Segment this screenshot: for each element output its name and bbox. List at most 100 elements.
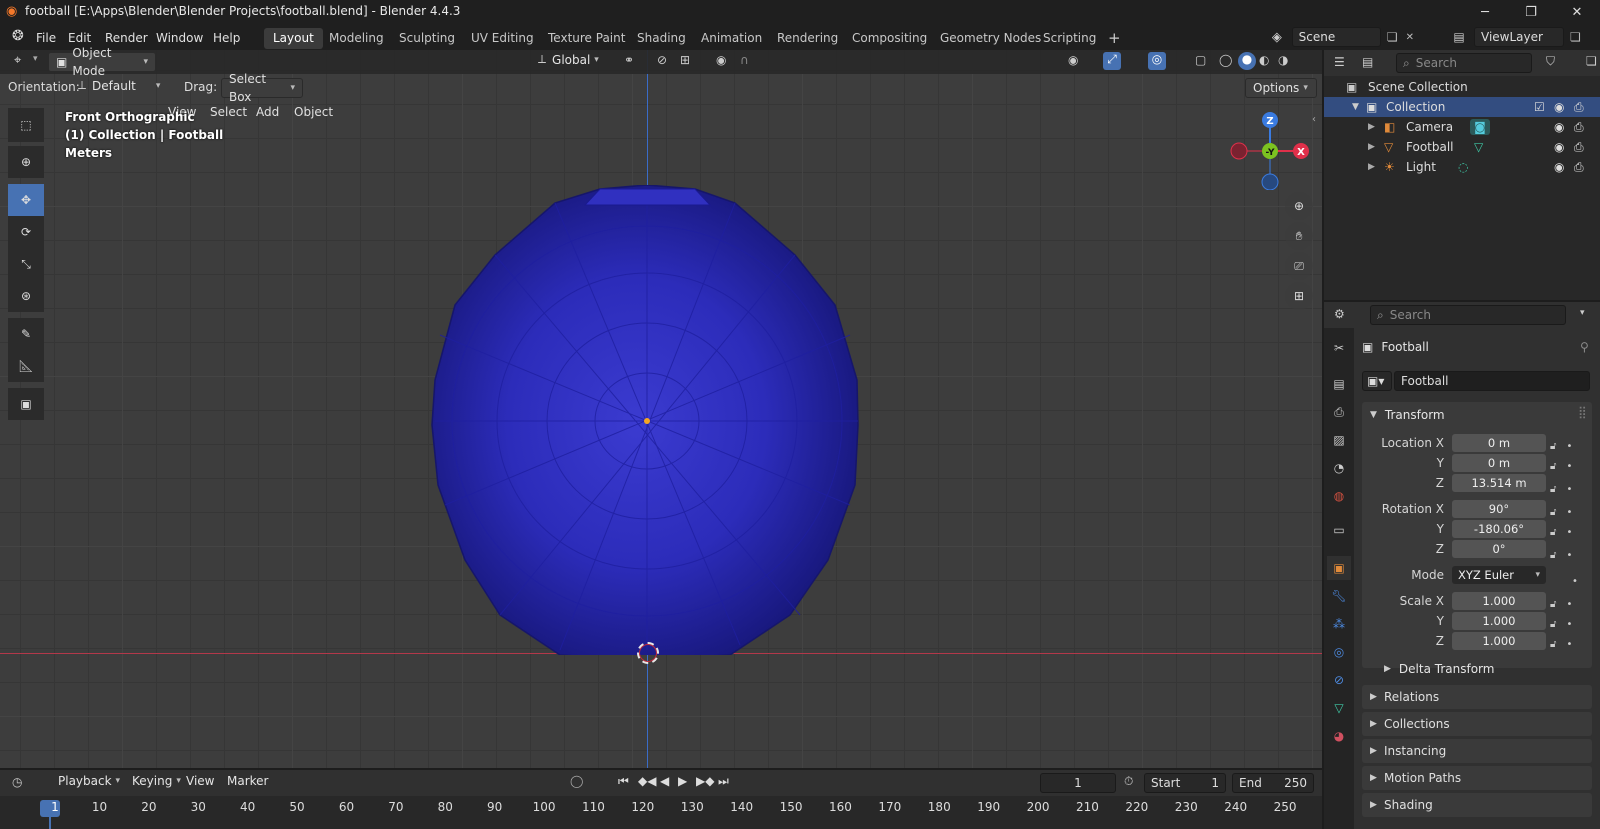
auto-keying-icon[interactable]: ◯ bbox=[570, 774, 583, 788]
select-box-tool[interactable]: ⬚ bbox=[8, 108, 44, 142]
render-camera-icon[interactable]: ⎙ bbox=[1574, 157, 1584, 177]
measure-tool[interactable]: 📐︎ bbox=[8, 350, 44, 382]
jump-keyframe-forward-icon[interactable]: ▶◆ bbox=[696, 774, 714, 788]
lock-icon[interactable]: 🔓︎ bbox=[1550, 507, 1556, 518]
display-mode-icon[interactable]: ▤ bbox=[1362, 55, 1373, 69]
checkbox-icon[interactable]: ☑ bbox=[1534, 97, 1545, 117]
modifier-tab-icon[interactable]: 🔧︎ bbox=[1327, 584, 1351, 608]
editor-type-icon[interactable]: ⌖ bbox=[14, 53, 21, 68]
tab-scripting[interactable]: Scripting bbox=[1034, 28, 1105, 49]
lock-row[interactable]: 🔓︎ • bbox=[1550, 522, 1590, 542]
transform-tool[interactable]: ⊛ bbox=[8, 280, 44, 312]
keyframe-dot-icon[interactable]: • bbox=[1572, 576, 1578, 587]
keyframe-dot-icon[interactable]: • bbox=[1566, 507, 1572, 518]
view-layer-tab-icon[interactable]: ▨ bbox=[1327, 428, 1351, 452]
zoom-icon[interactable]: ⊕ bbox=[1285, 192, 1313, 220]
tab-shading[interactable]: Shading bbox=[628, 28, 695, 49]
object-datablock-row[interactable]: ▣▾ Football bbox=[1362, 370, 1592, 392]
annotate-tool[interactable]: ✎ bbox=[8, 318, 44, 350]
solid-shading-icon[interactable]: ● bbox=[1238, 52, 1256, 70]
outliner-row-football[interactable]: ▶ ▽ Football ▽ ◉ ⎙ bbox=[1324, 137, 1600, 157]
rendered-shading-icon[interactable]: ◑ bbox=[1278, 53, 1288, 67]
lock-row[interactable]: 🔓︎ • bbox=[1550, 614, 1590, 634]
lock-row[interactable]: 🔓︎ • bbox=[1550, 476, 1590, 502]
blender-menu-icon[interactable]: ❂ bbox=[12, 28, 24, 44]
falloff-icon[interactable]: ∩ bbox=[740, 53, 749, 67]
chevron-down-icon[interactable]: ▼ bbox=[1352, 97, 1359, 117]
world-tab-icon[interactable]: ◍ bbox=[1327, 484, 1351, 508]
keyframe-dot-icon[interactable]: • bbox=[1566, 550, 1572, 561]
grid-view-icon[interactable]: ⊞ bbox=[1285, 282, 1313, 310]
scale-y-field[interactable]: 1.000 bbox=[1452, 612, 1546, 630]
constraints-tab-icon[interactable]: ⊘ bbox=[1327, 668, 1351, 692]
properties-search-input[interactable]: ⌕ Search bbox=[1370, 305, 1566, 325]
render-tab-icon[interactable]: ▤ bbox=[1327, 372, 1351, 396]
scene-selector[interactable]: ◈ Scene ❏ ✕ bbox=[1262, 27, 1414, 47]
new-collection-icon[interactable]: ❏ bbox=[1586, 54, 1597, 68]
scale-x-field[interactable]: 1.000 bbox=[1452, 592, 1546, 610]
viewport-menu-object[interactable]: Object bbox=[294, 102, 333, 122]
playback-menu[interactable]: Playback ▾ bbox=[58, 774, 120, 788]
timeline-view-menu[interactable]: View bbox=[186, 774, 214, 788]
object-browse-icon[interactable]: ▣▾ bbox=[1362, 371, 1392, 391]
lock-row[interactable]: 🔓︎ • bbox=[1550, 502, 1590, 522]
keyframe-dot-icon[interactable]: • bbox=[1566, 484, 1572, 495]
play-icon[interactable]: ▶ bbox=[678, 774, 687, 788]
object-tab-icon[interactable]: ▣ bbox=[1327, 556, 1351, 580]
keyframe-dot-icon[interactable]: • bbox=[1566, 441, 1572, 452]
proportional-edit-icon[interactable]: ◉ bbox=[716, 53, 726, 67]
keyframe-dot-icon[interactable]: • bbox=[1566, 461, 1572, 472]
orientation-dropdown[interactable]: ⟂ Default ▾ bbox=[78, 78, 174, 93]
render-camera-icon[interactable]: ⎙ bbox=[1574, 137, 1584, 157]
rotation-mode-dropdown[interactable]: XYZ Euler ▾ bbox=[1452, 566, 1546, 584]
particles-tab-icon[interactable]: ⁂ bbox=[1327, 612, 1351, 636]
output-tab-icon[interactable]: ⎙ bbox=[1327, 400, 1351, 424]
jump-keyframe-back-icon[interactable]: ◆◀ bbox=[638, 774, 656, 788]
lock-row[interactable]: 🔓︎ • bbox=[1550, 542, 1590, 568]
football-mesh[interactable] bbox=[410, 185, 880, 655]
shading-section[interactable]: ▶ Shading bbox=[1362, 793, 1592, 817]
maximize-button[interactable]: ❐ bbox=[1508, 0, 1554, 24]
location-z-field[interactable]: 13.514 m bbox=[1452, 474, 1546, 492]
lock-icon[interactable]: 🔓︎ bbox=[1550, 619, 1556, 630]
tab-modeling[interactable]: Modeling bbox=[320, 28, 393, 49]
chevron-right-icon[interactable]: ▶ bbox=[1368, 117, 1375, 137]
keyframe-dot-icon[interactable]: • bbox=[1566, 527, 1572, 538]
new-view-layer-icon[interactable]: ❏ bbox=[1570, 30, 1581, 44]
menu-window[interactable]: Window bbox=[156, 28, 203, 48]
eye-icon[interactable]: ◉ bbox=[1554, 97, 1564, 117]
mode-dropdown[interactable]: ▣ Object Mode ▾ bbox=[48, 46, 156, 78]
render-camera-icon[interactable]: ⎙ bbox=[1574, 117, 1584, 137]
move-tool[interactable]: ✥ bbox=[8, 184, 44, 216]
tool-tab-icon[interactable]: ✂ bbox=[1327, 336, 1351, 360]
keyframe-dot-icon[interactable]: • bbox=[1566, 639, 1572, 650]
rotation-z-field[interactable]: 0° bbox=[1452, 540, 1546, 558]
jump-end-icon[interactable]: ⏭ bbox=[718, 774, 729, 789]
camera-view-icon[interactable]: ⎚ bbox=[1285, 252, 1313, 280]
new-scene-icon[interactable]: ❏ bbox=[1387, 30, 1398, 44]
scale-tool[interactable]: ⤡ bbox=[8, 248, 44, 280]
outliner-row-light[interactable]: ▶ ☀ Light ◌ ◉ ⎙ bbox=[1324, 157, 1600, 177]
jump-start-icon[interactable]: ⏮ bbox=[618, 774, 629, 789]
close-button[interactable]: ✕ bbox=[1554, 0, 1600, 24]
tab-texture-paint[interactable]: Texture Paint bbox=[539, 28, 634, 49]
outliner-row-scene-collection[interactable]: ▣ Scene Collection bbox=[1324, 77, 1600, 97]
filter-icon[interactable]: ⛉ bbox=[1546, 54, 1555, 69]
rotate-tool[interactable]: ⟳ bbox=[8, 216, 44, 248]
lock-icon[interactable]: 🔓︎ bbox=[1550, 550, 1556, 561]
drag-dropdown[interactable]: Select Box ▾ bbox=[221, 72, 303, 104]
timeline-editor-icon[interactable]: ◷ bbox=[12, 775, 22, 789]
scene-field[interactable]: Scene bbox=[1291, 27, 1381, 47]
keying-menu[interactable]: Keying ▾ bbox=[132, 774, 181, 788]
outliner-search-input[interactable]: ⌕ Search bbox=[1396, 53, 1532, 73]
scale-z-field[interactable]: 1.000 bbox=[1452, 632, 1546, 650]
lock-row[interactable]: 🔓︎ • bbox=[1550, 456, 1590, 476]
start-frame-field[interactable]: Start 1 bbox=[1144, 773, 1226, 793]
end-frame-field[interactable]: End 250 bbox=[1232, 773, 1314, 793]
location-x-field[interactable]: 0 m bbox=[1452, 434, 1546, 452]
properties-editor-icon[interactable]: ⚙ bbox=[1334, 307, 1345, 321]
object-name-field[interactable]: Football bbox=[1394, 371, 1590, 391]
material-shading-icon[interactable]: ◐ bbox=[1259, 53, 1269, 67]
lock-row[interactable]: 🔓︎ • bbox=[1550, 594, 1590, 614]
keyframe-dot-icon[interactable]: • bbox=[1566, 619, 1572, 630]
